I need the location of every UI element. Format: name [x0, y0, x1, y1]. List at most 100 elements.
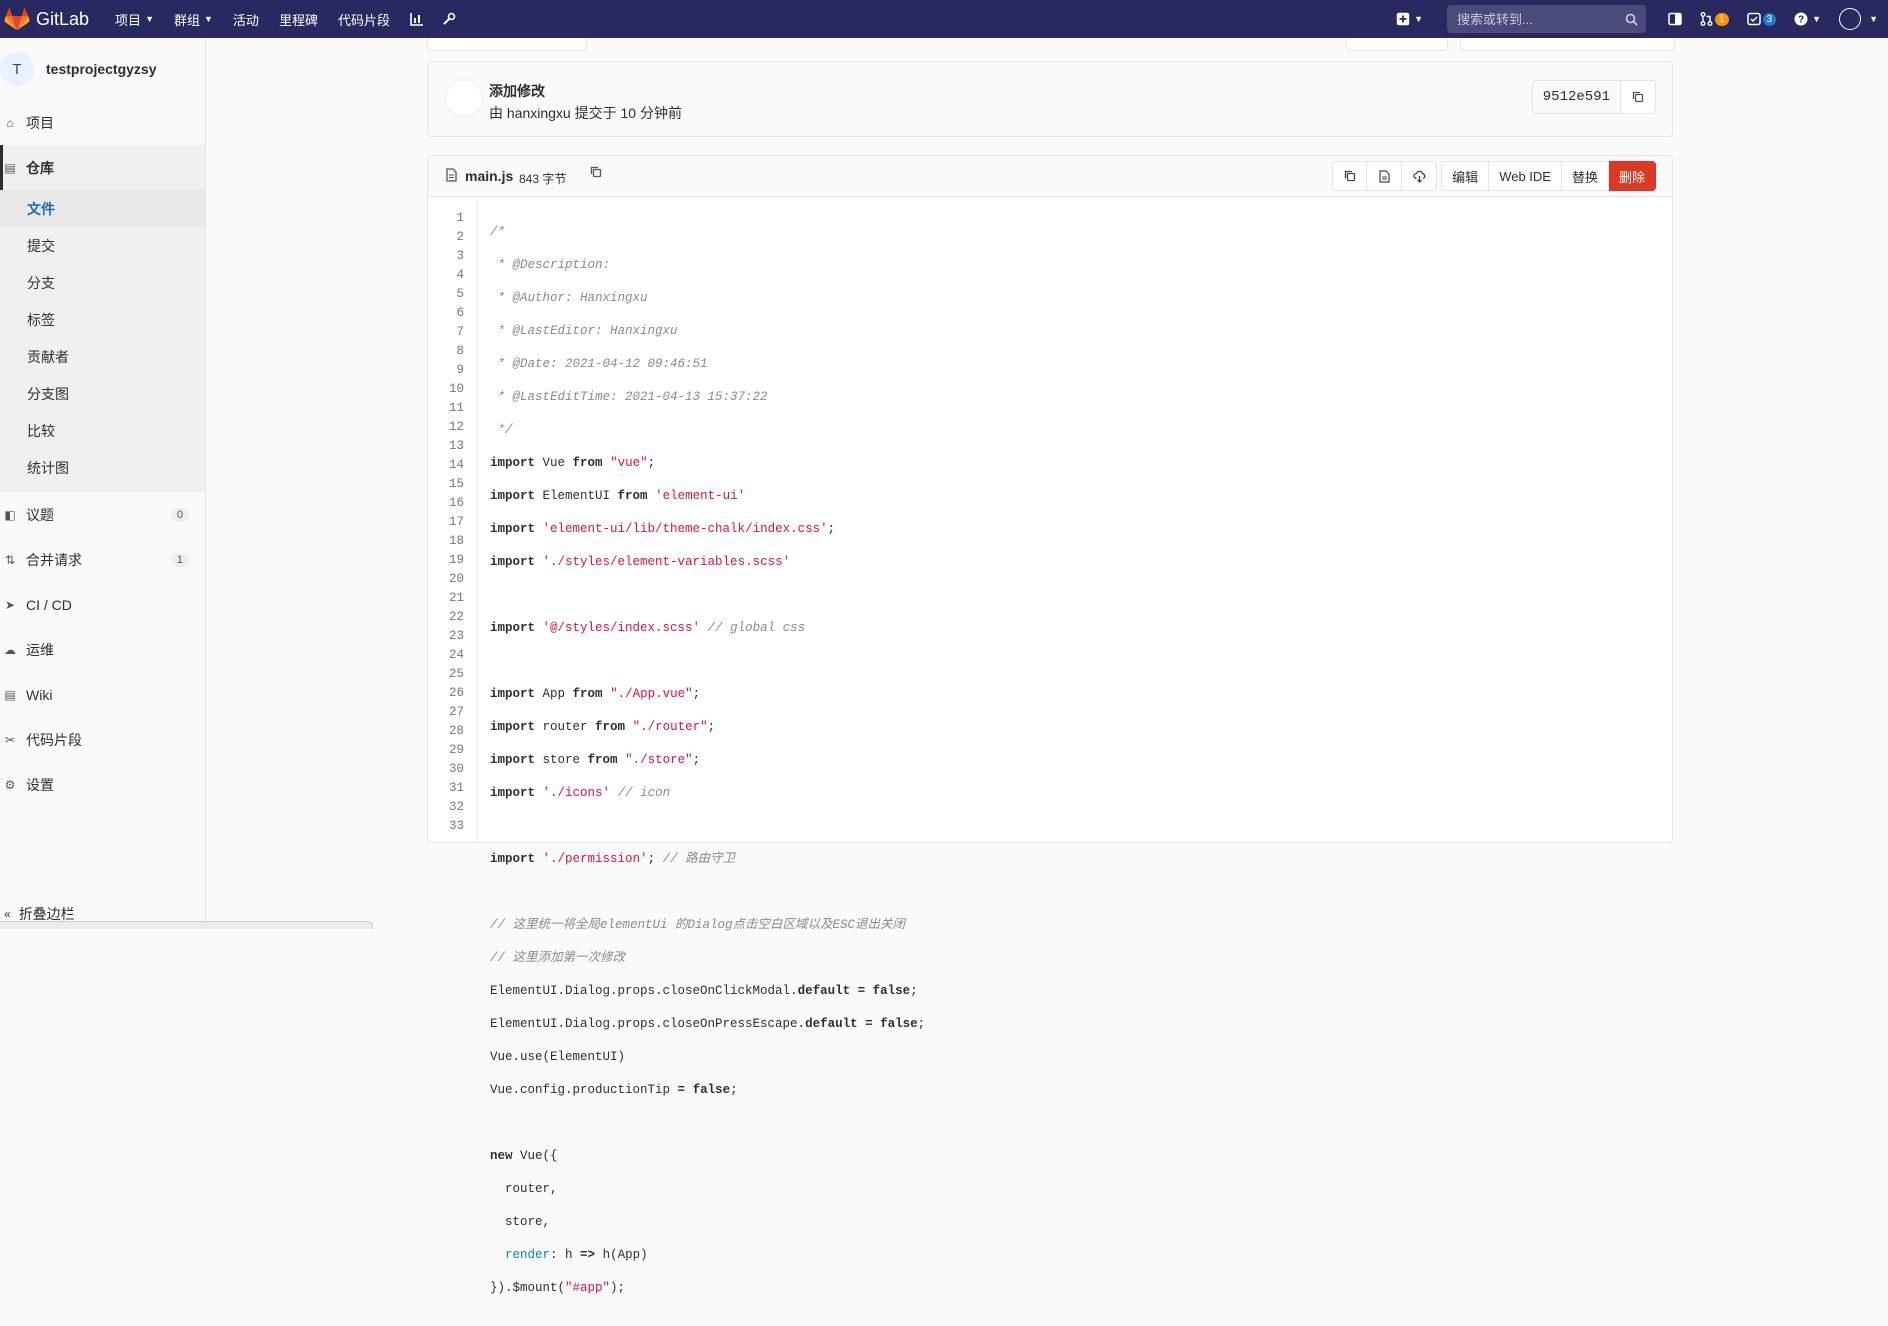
line-number[interactable]: 24	[428, 646, 477, 665]
sidebar-subitem-files[interactable]: 文件	[0, 190, 205, 227]
gear-icon: ⚙	[4, 777, 16, 792]
code-line: // 这里统一将全局elementUi 的Dialog点击空白区域以及ESC退出…	[490, 918, 906, 932]
line-number[interactable]: 9	[428, 361, 477, 380]
sidebar-item-project[interactable]: ⌂ 项目	[0, 100, 205, 145]
project-header[interactable]: T testprojectgyzsy	[0, 38, 205, 100]
user-avatar	[1839, 8, 1862, 30]
line-number[interactable]: 18	[428, 532, 477, 551]
line-number[interactable]: 11	[428, 399, 477, 418]
sidebar-subitem-charts[interactable]: 统计图	[0, 449, 205, 486]
line-number[interactable]: 30	[428, 760, 477, 779]
line-number[interactable]: 31	[428, 779, 477, 798]
merge-request-icon: ⇅	[4, 552, 16, 567]
analytics-chart-icon[interactable]	[410, 12, 424, 26]
line-number[interactable]: 3	[428, 247, 477, 266]
line-number[interactable]: 20	[428, 570, 477, 589]
todos-nav[interactable]: 3	[1746, 12, 1777, 26]
web-ide-button[interactable]: Web IDE	[1489, 161, 1562, 191]
line-number[interactable]: 32	[428, 798, 477, 817]
code-line: import store from "./store";	[490, 753, 701, 767]
line-number[interactable]: 22	[428, 608, 477, 627]
help-dropdown[interactable]: ? ▼	[1794, 12, 1821, 26]
sidebar-item-label: 运维	[26, 641, 54, 658]
line-number[interactable]: 14	[428, 456, 477, 475]
sidebar-item-merge-requests[interactable]: ⇅ 合并请求 1	[0, 537, 205, 582]
line-number[interactable]: 23	[428, 627, 477, 646]
line-number[interactable]: 17	[428, 513, 477, 532]
replace-button[interactable]: 替换	[1561, 161, 1609, 191]
nav-snippets[interactable]: 代码片段	[338, 10, 390, 29]
history-buttons-edge	[1460, 38, 1675, 51]
line-number[interactable]: 10	[428, 380, 477, 399]
sidebar-subitem-graph[interactable]: 分支图	[0, 375, 205, 412]
line-number[interactable]: 6	[428, 304, 477, 323]
line-number[interactable]: 19	[428, 551, 477, 570]
sidebar-subitem-branches[interactable]: 分支	[0, 264, 205, 301]
copy-sha-button[interactable]	[1621, 80, 1656, 114]
line-number[interactable]: 27	[428, 703, 477, 722]
search-box[interactable]	[1447, 5, 1647, 33]
code-line: * @LastEditor: Hanxingxu	[490, 324, 678, 338]
download-button[interactable]	[1402, 161, 1438, 191]
copy-icon	[1632, 91, 1644, 103]
home-icon: ⌂	[6, 115, 14, 130]
user-menu[interactable]: ▼	[1839, 8, 1878, 30]
line-number[interactable]: 16	[428, 494, 477, 513]
delete-button[interactable]: 删除	[1608, 161, 1656, 191]
sidebar-item-issues[interactable]: ◧ 议题 0	[0, 492, 205, 537]
line-number[interactable]: 4	[428, 266, 477, 285]
edit-button[interactable]: 编辑	[1441, 161, 1490, 191]
sidebar-subitem-contributors[interactable]: 贡献者	[0, 338, 205, 375]
copy-file-path-button[interactable]	[590, 166, 602, 181]
nav-milestones[interactable]: 里程碑	[279, 10, 318, 29]
merge-requests-nav[interactable]: 1	[1700, 12, 1729, 26]
open-raw-button[interactable]	[1367, 161, 1403, 191]
search-input[interactable]	[1455, 10, 1620, 28]
sidebar-item-operations[interactable]: ☁ 运维	[0, 627, 205, 672]
line-number[interactable]: 13	[428, 437, 477, 456]
line-number[interactable]: 8	[428, 342, 477, 361]
sidebar-subitem-tags[interactable]: 标签	[0, 301, 205, 338]
nav-groups[interactable]: 群组 ▼	[174, 10, 213, 29]
commit-sha[interactable]: 9512e591	[1531, 80, 1621, 114]
gitlab-logo[interactable]: GitLab	[0, 0, 89, 38]
nav-activity[interactable]: 活动	[233, 10, 259, 29]
line-number[interactable]: 15	[428, 475, 477, 494]
line-number[interactable]: 25	[428, 665, 477, 684]
find-file-edge	[1346, 38, 1448, 51]
nav-groups-label: 群组	[173, 12, 200, 28]
sidebar-item-snippets[interactable]: ✂ 代码片段	[0, 717, 205, 762]
line-number[interactable]: 33	[428, 817, 477, 836]
sidebar-toggle-icon[interactable]	[1668, 12, 1682, 26]
chevron-down-icon: ▼	[1812, 14, 1822, 24]
code-line: */	[490, 423, 513, 437]
new-dropdown[interactable]: ▼	[1396, 12, 1423, 26]
line-number[interactable]: 21	[428, 589, 477, 608]
nav-projects[interactable]: 项目 ▼	[115, 10, 154, 29]
line-number[interactable]: 28	[428, 722, 477, 741]
line-number[interactable]: 7	[428, 323, 477, 342]
sidebar-item-cicd[interactable]: ➤ CI / CD	[0, 582, 205, 627]
code-line: /*	[490, 225, 506, 239]
sidebar-subitem-commits[interactable]: 提交	[0, 227, 205, 264]
project-sidebar: T testprojectgyzsy ⌂ 项目 ▤ 仓库 文件 提交 分支 标签…	[0, 38, 206, 929]
issues-icon: ◧	[4, 507, 16, 522]
sidebar-item-settings[interactable]: ⚙ 设置	[0, 762, 205, 807]
line-number[interactable]: 26	[428, 684, 477, 703]
code-area: 1 2 3 4 5 6 7 8 9 10 11 12 13 14 15 16 17 18 19 20 21 22 23 24 2…	[428, 197, 1672, 1295]
admin-wrench-icon[interactable]	[442, 12, 456, 26]
code-line: import '@/styles/index.scss' // global c…	[490, 621, 806, 635]
commit-title[interactable]: 添加修改	[489, 81, 545, 101]
sidebar-item-wiki[interactable]: ▤ Wiki	[0, 672, 205, 717]
commit-author-avatar[interactable]	[445, 79, 483, 117]
sidebar-subitem-compare[interactable]: 比较	[0, 412, 205, 449]
code-line: import router from "./router";	[490, 720, 716, 734]
line-number[interactable]: 5	[428, 285, 477, 304]
sidebar-item-repository[interactable]: ▤ 仓库	[0, 145, 205, 190]
line-number[interactable]: 1	[428, 209, 477, 228]
line-number[interactable]: 29	[428, 741, 477, 760]
line-number[interactable]: 12	[428, 418, 477, 437]
line-number[interactable]: 2	[428, 228, 477, 247]
copy-source-button[interactable]	[1332, 161, 1368, 191]
